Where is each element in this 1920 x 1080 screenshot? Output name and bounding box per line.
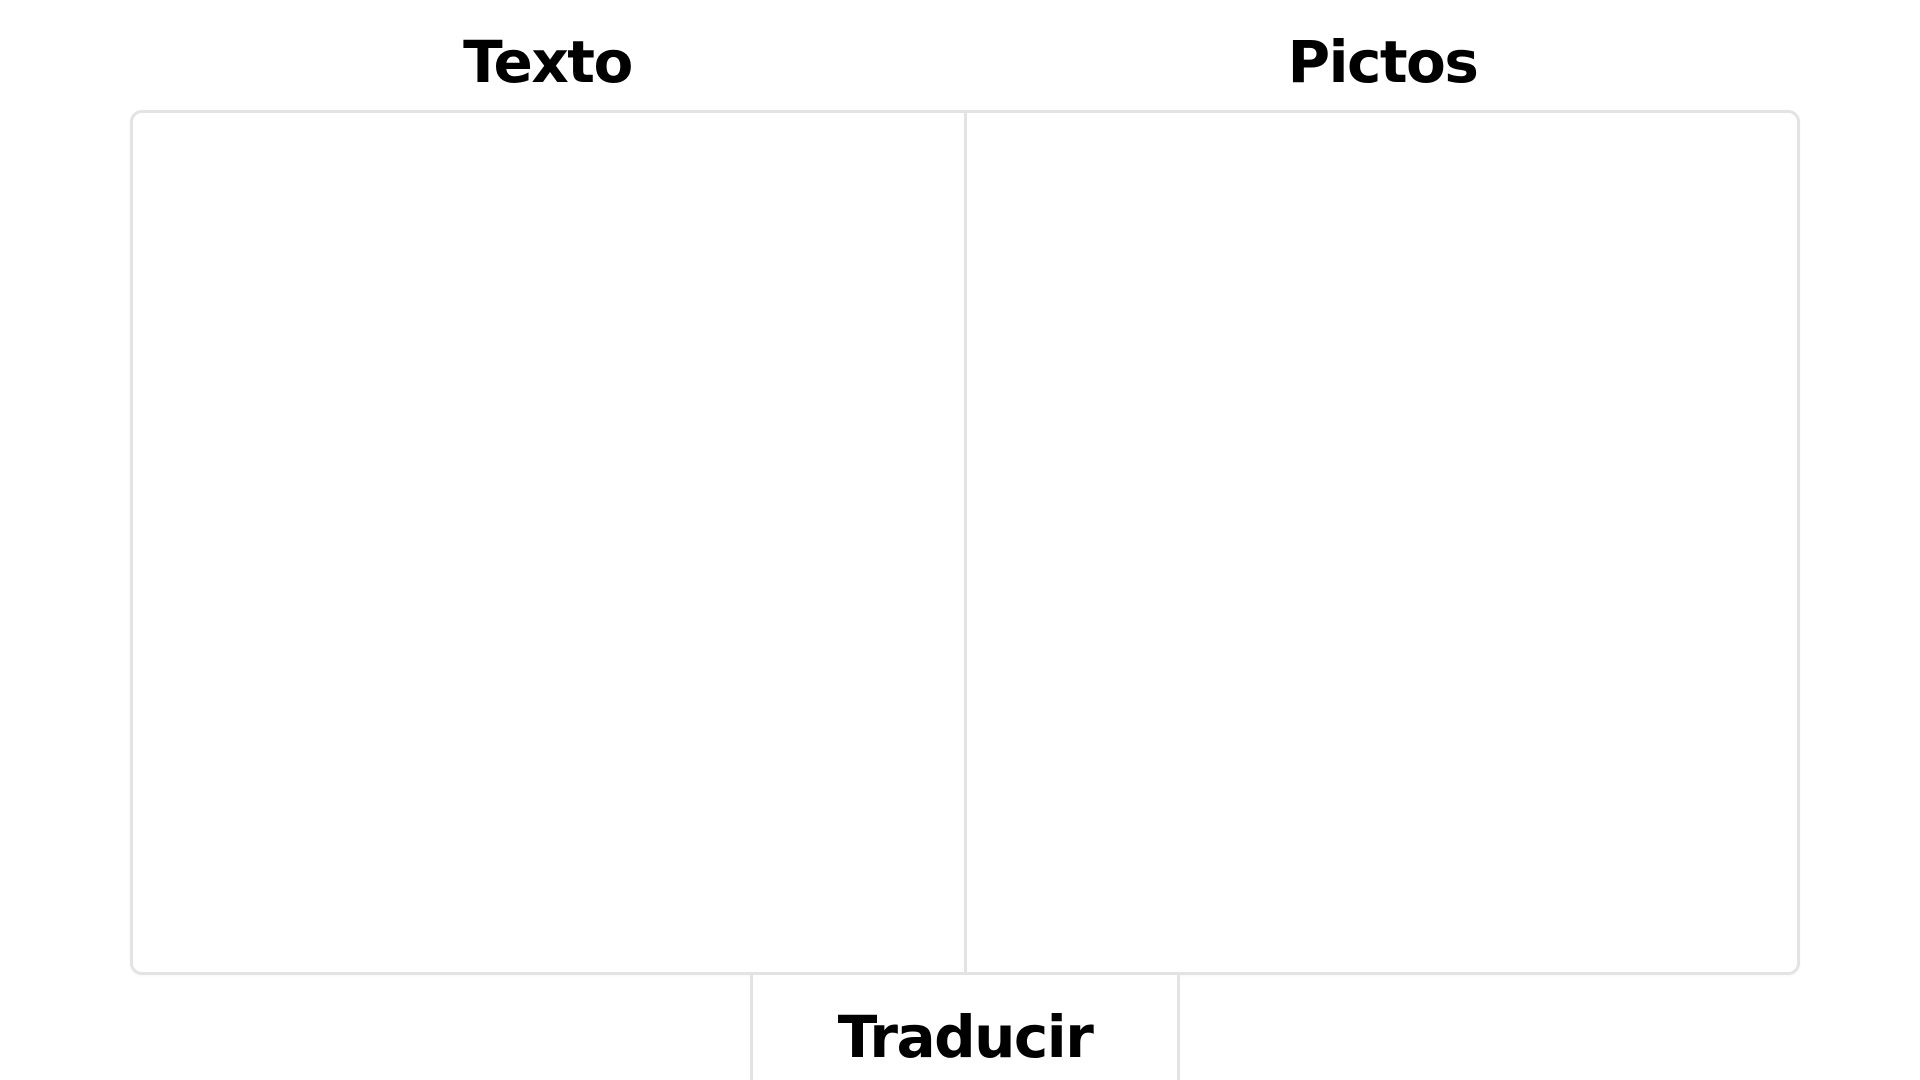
translator-page: Texto Pictos Traducir: [0, 0, 1920, 1080]
translate-button[interactable]: Traducir: [750, 975, 1180, 1080]
pictos-panel: [967, 113, 1797, 972]
panels-container: [130, 110, 1800, 975]
text-input[interactable]: [133, 113, 964, 972]
text-panel: [133, 113, 967, 972]
pictos-heading: Pictos: [1287, 28, 1479, 96]
translate-button-label: Traducir: [837, 1003, 1094, 1071]
text-heading: Texto: [463, 28, 633, 96]
